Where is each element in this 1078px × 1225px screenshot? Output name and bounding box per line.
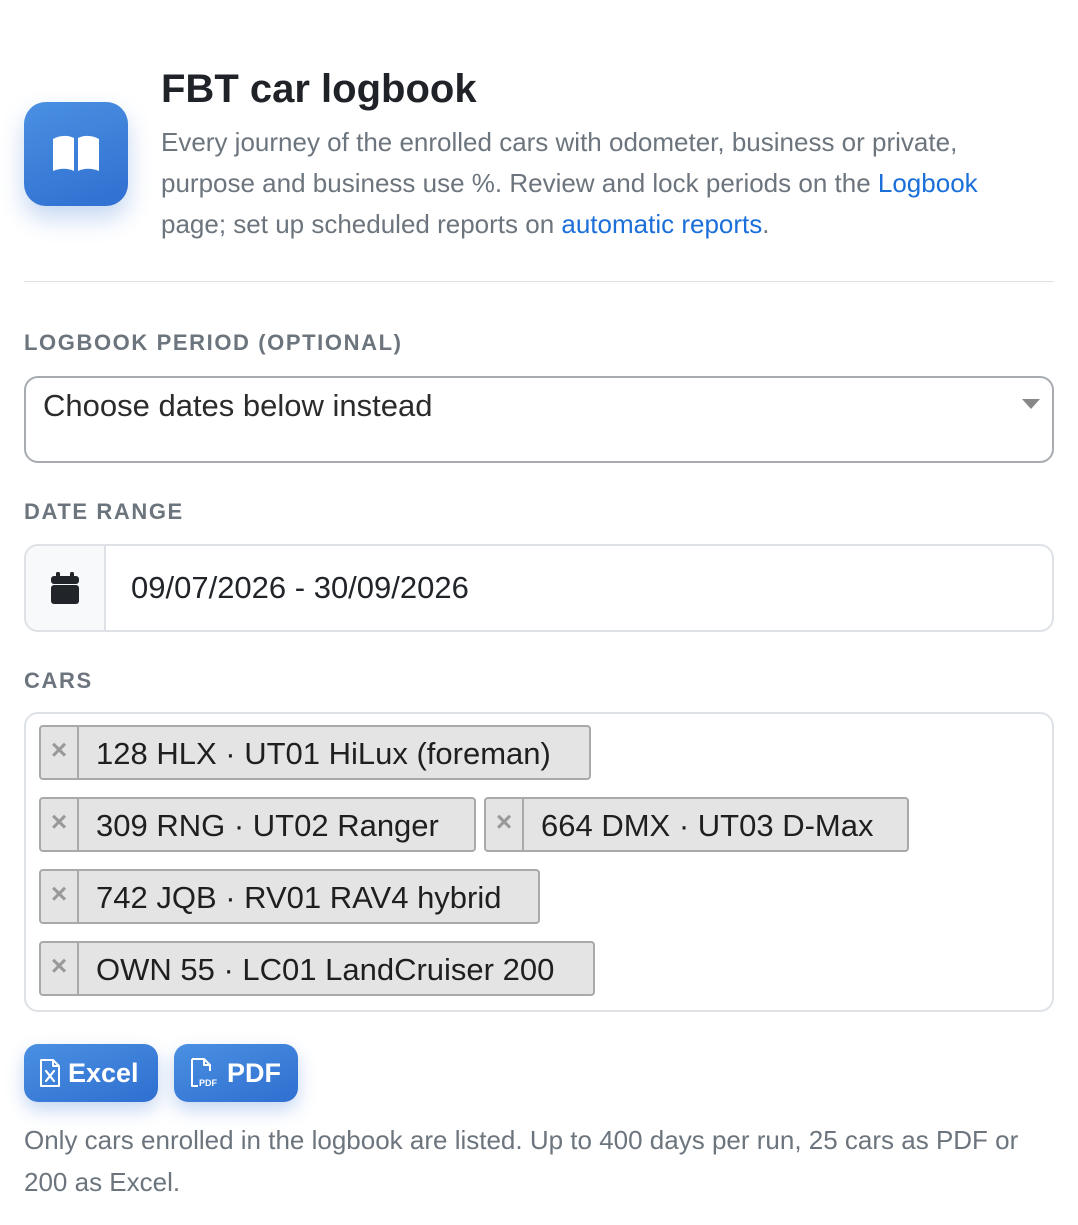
car-chip-label: OWN 55 · LC01 LandCruiser 200 <box>96 952 555 987</box>
remove-car-icon[interactable]: × <box>486 799 524 850</box>
description-text-end: . <box>762 209 770 239</box>
car-chip: × 742 JQB · RV01 RAV4 hybrid <box>39 869 540 924</box>
period-selected-value: Choose dates below instead <box>43 388 433 423</box>
remove-car-icon[interactable]: × <box>41 943 79 994</box>
date-range-label: DATE RANGE <box>24 499 184 524</box>
header-divider <box>24 281 1054 282</box>
car-chip: × 128 HLX · UT01 HiLux (foreman) <box>39 725 591 780</box>
car-chip-label: 664 DMX · UT03 D-Max <box>541 808 874 843</box>
date-range-field[interactable]: 09/07/2026 - 30/09/2026 <box>24 544 1054 632</box>
car-chip: × 309 RNG · UT02 Ranger <box>39 797 476 852</box>
page-description: Every journey of the enrolled cars with … <box>161 122 1041 245</box>
remove-car-icon[interactable]: × <box>41 799 79 850</box>
cars-multiselect[interactable]: × 128 HLX · UT01 HiLux (foreman) × 309 R… <box>24 712 1054 1012</box>
pdf-button-label: PDF <box>227 1057 281 1088</box>
calendar-icon <box>26 546 106 630</box>
open-book-icon <box>24 102 128 206</box>
pdf-file-icon: PDF <box>190 1058 227 1088</box>
excel-file-icon <box>39 1059 68 1087</box>
remove-car-icon[interactable]: × <box>41 871 79 922</box>
car-chip-label: 309 RNG · UT02 Ranger <box>96 808 439 843</box>
excel-button-label: Excel <box>68 1057 139 1088</box>
export-pdf-button[interactable]: PDF PDF <box>174 1044 298 1102</box>
svg-text:PDF: PDF <box>199 1078 218 1088</box>
period-label: LOGBOOK PERIOD (OPTIONAL) <box>24 330 403 355</box>
car-chip-label: 742 JQB · RV01 RAV4 hybrid <box>96 880 502 915</box>
cars-label: CARS <box>24 668 93 693</box>
help-text: Only cars enrolled in the logbook are li… <box>24 1125 1019 1197</box>
description-text: Every journey of the enrolled cars with … <box>161 127 958 198</box>
logbook-link[interactable]: Logbook <box>878 168 978 198</box>
description-text-middle: page; set up scheduled reports on <box>161 209 562 239</box>
page-title: FBT car logbook <box>161 67 477 111</box>
dropdown-arrow-icon <box>1022 399 1040 409</box>
car-chip: × 664 DMX · UT03 D-Max <box>484 797 909 852</box>
car-chip-label: 128 HLX · UT01 HiLux (foreman) <box>96 736 551 771</box>
automatic-reports-link[interactable]: automatic reports <box>561 209 762 239</box>
date-range-value: 09/07/2026 - 30/09/2026 <box>131 570 469 605</box>
period-select[interactable]: Choose dates below instead <box>24 376 1054 463</box>
export-excel-button[interactable]: Excel <box>24 1044 158 1102</box>
remove-car-icon[interactable]: × <box>41 727 79 778</box>
car-chip: × OWN 55 · LC01 LandCruiser 200 <box>39 941 595 996</box>
